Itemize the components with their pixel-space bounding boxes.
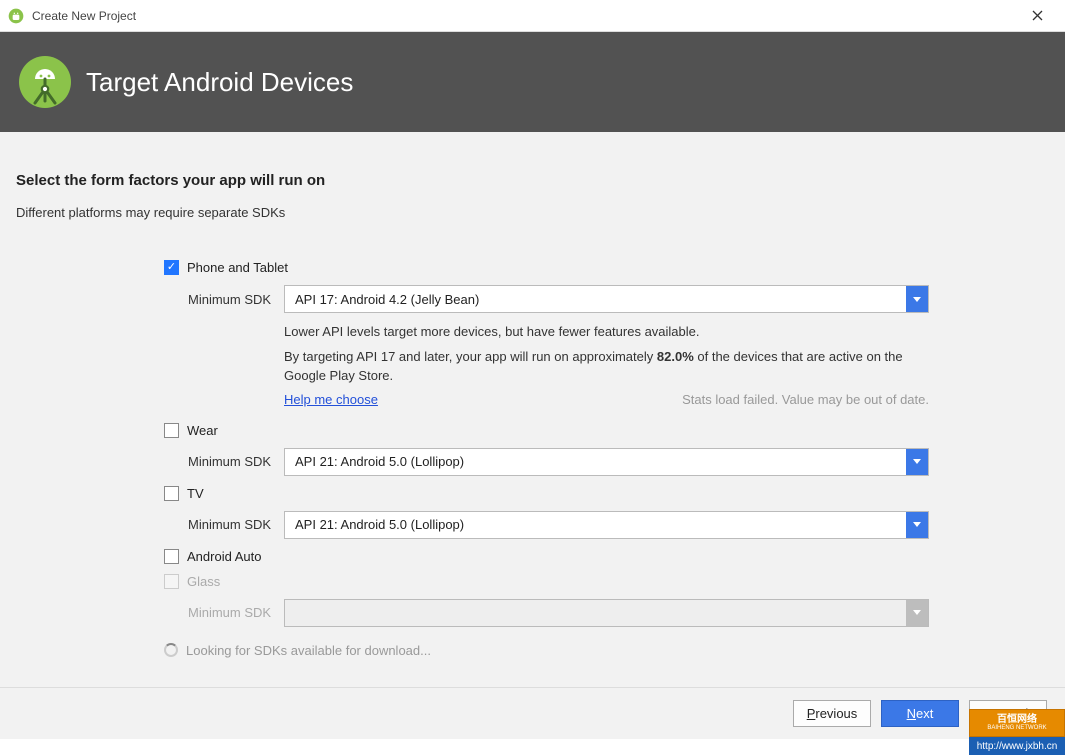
section-subtext: Different platforms may require separate…: [16, 205, 1049, 220]
checkbox-row-auto: Android Auto: [164, 549, 929, 564]
info-line-1: Lower API levels target more devices, bu…: [164, 323, 929, 342]
sdk-select-tv[interactable]: API 21: Android 5.0 (Lollipop): [284, 511, 929, 539]
wizard-footer: Previous Next Cancel: [0, 687, 1065, 739]
help-row: Help me choose Stats load failed. Value …: [164, 392, 929, 407]
sdk-value-tv: API 21: Android 5.0 (Lollipop): [285, 517, 906, 532]
sdk-select-glass: [284, 599, 929, 627]
chevron-down-icon: [906, 286, 928, 312]
info-line-2: By targeting API 17 and later, your app …: [164, 348, 929, 386]
page-title: Target Android Devices: [86, 67, 353, 98]
checkbox-wear[interactable]: [164, 423, 179, 438]
checkbox-row-glass: Glass: [164, 574, 929, 589]
window-titlebar: Create New Project: [0, 0, 1065, 32]
previous-rest: revious: [815, 706, 857, 721]
sdk-select-phone-tablet[interactable]: API 17: Android 4.2 (Jelly Bean): [284, 285, 929, 313]
form-area: Phone and Tablet Minimum SDK API 17: And…: [16, 260, 1049, 658]
chevron-down-icon: [906, 512, 928, 538]
sdk-select-wear[interactable]: API 21: Android 5.0 (Lollipop): [284, 448, 929, 476]
checkbox-label-tv: TV: [187, 486, 204, 501]
stats-note: Stats load failed. Value may be out of d…: [682, 392, 929, 407]
checkbox-tv[interactable]: [164, 486, 179, 501]
checkbox-label-wear: Wear: [187, 423, 218, 438]
loading-text: Looking for SDKs available for download.…: [186, 643, 431, 658]
cancel-button[interactable]: Cancel: [969, 700, 1047, 727]
content-area: Select the form factors your app will ru…: [0, 132, 1065, 687]
header-banner: Target Android Devices: [0, 32, 1065, 132]
chevron-down-icon: [906, 600, 928, 626]
sdk-label-wear: Minimum SDK: [164, 454, 284, 469]
watermark-url: http://www.jxbh.cn: [969, 737, 1065, 755]
android-studio-icon: [8, 8, 24, 24]
checkbox-row-phone-tablet: Phone and Tablet: [164, 260, 929, 275]
sdk-row-tv: Minimum SDK API 21: Android 5.0 (Lollipo…: [164, 511, 929, 539]
next-button[interactable]: Next: [881, 700, 959, 727]
close-button[interactable]: [1017, 1, 1057, 31]
sdk-label-glass: Minimum SDK: [164, 605, 284, 620]
checkbox-label-phone-tablet: Phone and Tablet: [187, 260, 288, 275]
info-2a: By targeting API 17 and later, your app …: [284, 349, 657, 364]
sdk-row-wear: Minimum SDK API 21: Android 5.0 (Lollipo…: [164, 448, 929, 476]
checkbox-label-glass: Glass: [187, 574, 220, 589]
spinner-icon: [164, 643, 178, 657]
next-rest: ext: [916, 706, 933, 721]
checkbox-label-auto: Android Auto: [187, 549, 261, 564]
previous-button[interactable]: Previous: [793, 700, 871, 727]
close-icon: [1032, 10, 1043, 21]
checkbox-auto[interactable]: [164, 549, 179, 564]
loading-row: Looking for SDKs available for download.…: [164, 643, 929, 658]
android-studio-logo: [18, 55, 72, 109]
checkbox-glass: [164, 574, 179, 589]
sdk-row-phone-tablet: Minimum SDK API 17: Android 4.2 (Jelly B…: [164, 285, 929, 313]
checkbox-row-tv: TV: [164, 486, 929, 501]
section-heading: Select the form factors your app will ru…: [16, 172, 1049, 189]
sdk-value-wear: API 21: Android 5.0 (Lollipop): [285, 454, 906, 469]
info-percent: 82.0%: [657, 349, 694, 364]
help-me-choose-link[interactable]: Help me choose: [284, 392, 378, 407]
sdk-value-phone-tablet: API 17: Android 4.2 (Jelly Bean): [285, 292, 906, 307]
checkbox-row-wear: Wear: [164, 423, 929, 438]
checkbox-phone-tablet[interactable]: [164, 260, 179, 275]
chevron-down-icon: [906, 449, 928, 475]
sdk-row-glass: Minimum SDK: [164, 599, 929, 627]
window-title: Create New Project: [32, 9, 1017, 23]
sdk-label-phone-tablet: Minimum SDK: [164, 292, 284, 307]
sdk-label-tv: Minimum SDK: [164, 517, 284, 532]
